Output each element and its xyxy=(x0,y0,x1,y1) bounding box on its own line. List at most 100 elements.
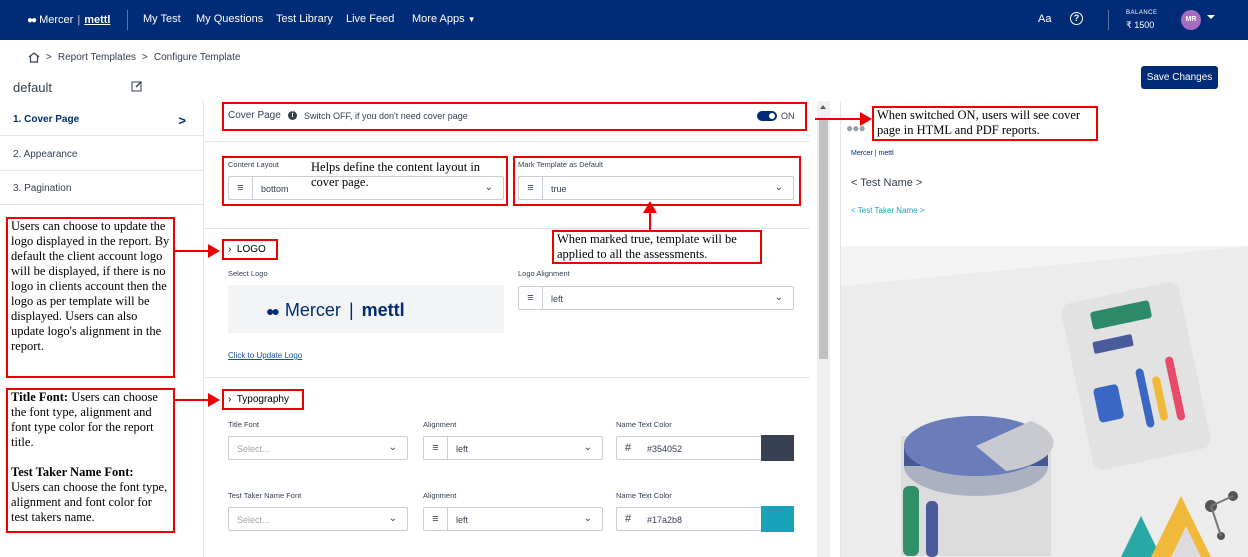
annotation-cover-note: When switched ON, users will see cover p… xyxy=(872,106,1098,141)
annotation-arrow xyxy=(175,250,210,252)
hash-icon: # xyxy=(625,513,632,525)
sidebar-item-cover-page[interactable]: 1. Cover Page > xyxy=(0,102,204,136)
sidebar-item-label: 3. Pagination xyxy=(13,183,72,194)
taker-alignment-label: Alignment xyxy=(423,491,457,500)
logo-separator: | xyxy=(348,300,354,320)
brand-name: Mercer xyxy=(39,14,74,26)
nav-divider-2 xyxy=(1108,10,1109,30)
breadcrumb-report-templates[interactable]: Report Templates xyxy=(58,52,136,63)
breadcrumb-separator: > xyxy=(142,52,148,63)
align-lines-icon: ≡ xyxy=(424,437,448,459)
brand-separator: | xyxy=(77,14,81,26)
align-lines-icon: ≡ xyxy=(519,287,543,309)
taker-color-input[interactable]: # #17a2b8 xyxy=(616,507,762,531)
title-font-placeholder: Select... xyxy=(237,444,270,454)
taker-color-swatch[interactable] xyxy=(761,506,794,532)
sidebar-item-pagination[interactable]: 3. Pagination xyxy=(0,171,204,205)
home-icon[interactable] xyxy=(28,52,40,63)
cover-illustration xyxy=(841,246,1248,557)
typography-section-toggle[interactable]: › Typography xyxy=(228,394,289,405)
title-font-label: Title Font xyxy=(228,420,259,429)
annotation-box-cover xyxy=(222,102,807,131)
divider xyxy=(205,141,810,142)
title-color-swatch[interactable] xyxy=(761,435,794,461)
brand-logo[interactable]: ●● Mercer | mettl xyxy=(27,14,110,26)
nav-more-apps[interactable]: More Apps ▼ xyxy=(412,13,476,25)
chevron-down-icon: ⌄ xyxy=(583,442,592,453)
page-title: default xyxy=(13,80,53,95)
taker-alignment-value: left xyxy=(456,515,469,525)
arrow-head-icon xyxy=(860,112,872,126)
avatar-caret-icon[interactable] xyxy=(1207,15,1215,19)
chevron-right-icon: > xyxy=(178,113,186,128)
arrow-head-icon xyxy=(208,393,220,407)
chevron-down-icon: ⌄ xyxy=(583,513,592,524)
arrow-head-icon xyxy=(643,201,657,213)
title-alignment-value: left xyxy=(456,444,469,454)
taker-font-placeholder: Select... xyxy=(237,515,270,525)
annotation-layout-note: Helps define the content layout in cover… xyxy=(311,160,481,189)
sidebar-item-label: 2. Appearance xyxy=(13,149,78,160)
divider xyxy=(205,228,810,229)
top-nav: ●● Mercer | mettl My Test My Questions T… xyxy=(0,0,1248,40)
nav-divider xyxy=(127,10,128,30)
annotation-arrow xyxy=(175,399,210,401)
logo-product: mettl xyxy=(361,300,405,320)
typo-note-taker-head: Test Taker Name Font: xyxy=(11,465,134,479)
scrollbar[interactable] xyxy=(817,101,830,557)
title-color-label: Name Text Color xyxy=(616,420,672,429)
title-font-select[interactable]: Select... ⌄ xyxy=(228,436,408,460)
avatar[interactable]: MR xyxy=(1181,10,1201,30)
scroll-thumb[interactable] xyxy=(819,119,828,359)
taker-alignment-select[interactable]: ≡ left ⌄ xyxy=(423,507,603,531)
title-color-input[interactable]: # #354052 xyxy=(616,436,762,460)
sidebar-item-appearance[interactable]: 2. Appearance xyxy=(0,137,204,171)
logo-section-toggle[interactable]: › LOGO xyxy=(228,244,266,255)
chevron-down-icon: ⌄ xyxy=(388,442,397,453)
logo-brand: Mercer xyxy=(284,300,341,320)
caret-down-icon: ▼ xyxy=(467,15,476,24)
typography-section-title: Typography xyxy=(236,394,289,405)
annotation-default-note: When marked true, template will be appli… xyxy=(552,230,762,264)
typo-note-title-head: Title Font: xyxy=(11,390,69,404)
update-logo-link[interactable]: Click to Update Logo xyxy=(228,351,302,360)
divider xyxy=(205,377,810,378)
scroll-up-icon[interactable] xyxy=(820,105,826,109)
balance-value: ₹ 1500 xyxy=(1126,20,1155,30)
logo-alignment-value: left xyxy=(551,294,564,304)
taker-font-select[interactable]: Select... ⌄ xyxy=(228,507,408,531)
nav-my-test[interactable]: My Test xyxy=(143,13,181,25)
title-color-value: #354052 xyxy=(647,444,683,454)
annotation-box-default xyxy=(513,156,801,206)
help-icon[interactable]: ? xyxy=(1070,12,1083,25)
brand-product: mettl xyxy=(84,14,111,26)
nav-my-questions[interactable]: My Questions xyxy=(196,13,263,25)
breadcrumb: > Report Templates > Configure Template xyxy=(28,52,240,63)
mercer-logo-icon: ●● xyxy=(266,302,280,319)
cover-preview: ●●● Mercer | mettl < Test Name > < Test … xyxy=(840,101,1248,557)
hash-icon: # xyxy=(625,442,632,454)
preview-logo: Mercer | mettl xyxy=(851,150,894,157)
font-size-toggle[interactable]: Aa xyxy=(1038,13,1051,25)
nav-live-feed[interactable]: Live Feed xyxy=(346,13,394,25)
taker-color-label: Name Text Color xyxy=(616,491,672,500)
align-lines-icon: ≡ xyxy=(424,508,448,530)
annotation-logo-note: Users can choose to update the logo disp… xyxy=(6,217,175,378)
preview-taker-name: < Test Taker Name > xyxy=(851,206,925,215)
logo-alignment-select[interactable]: ≡ left ⌄ xyxy=(518,286,794,310)
typo-note-taker-body: Users can choose the font type, alignmen… xyxy=(11,480,168,524)
chevron-down-icon: ⌄ xyxy=(774,292,783,303)
nav-test-library[interactable]: Test Library xyxy=(276,13,333,25)
title-alignment-select[interactable]: ≡ left ⌄ xyxy=(423,436,603,460)
arrow-head-icon xyxy=(208,244,220,258)
logo-preview: ●● Mercer | mettl xyxy=(228,285,504,333)
balance-label: BALANCE xyxy=(1126,10,1158,16)
edit-icon[interactable] xyxy=(131,80,143,92)
select-logo-label: Select Logo xyxy=(228,269,268,278)
title-alignment-label: Alignment xyxy=(423,420,457,429)
annotation-typography-note: Title Font: Users can choose the font ty… xyxy=(6,388,175,533)
chevron-down-icon: ⌄ xyxy=(388,513,397,524)
logo-alignment-label: Logo Alignment xyxy=(518,269,570,278)
taker-font-label: Test Taker Name Font xyxy=(228,491,302,500)
save-changes-button[interactable]: Save Changes xyxy=(1141,66,1218,89)
